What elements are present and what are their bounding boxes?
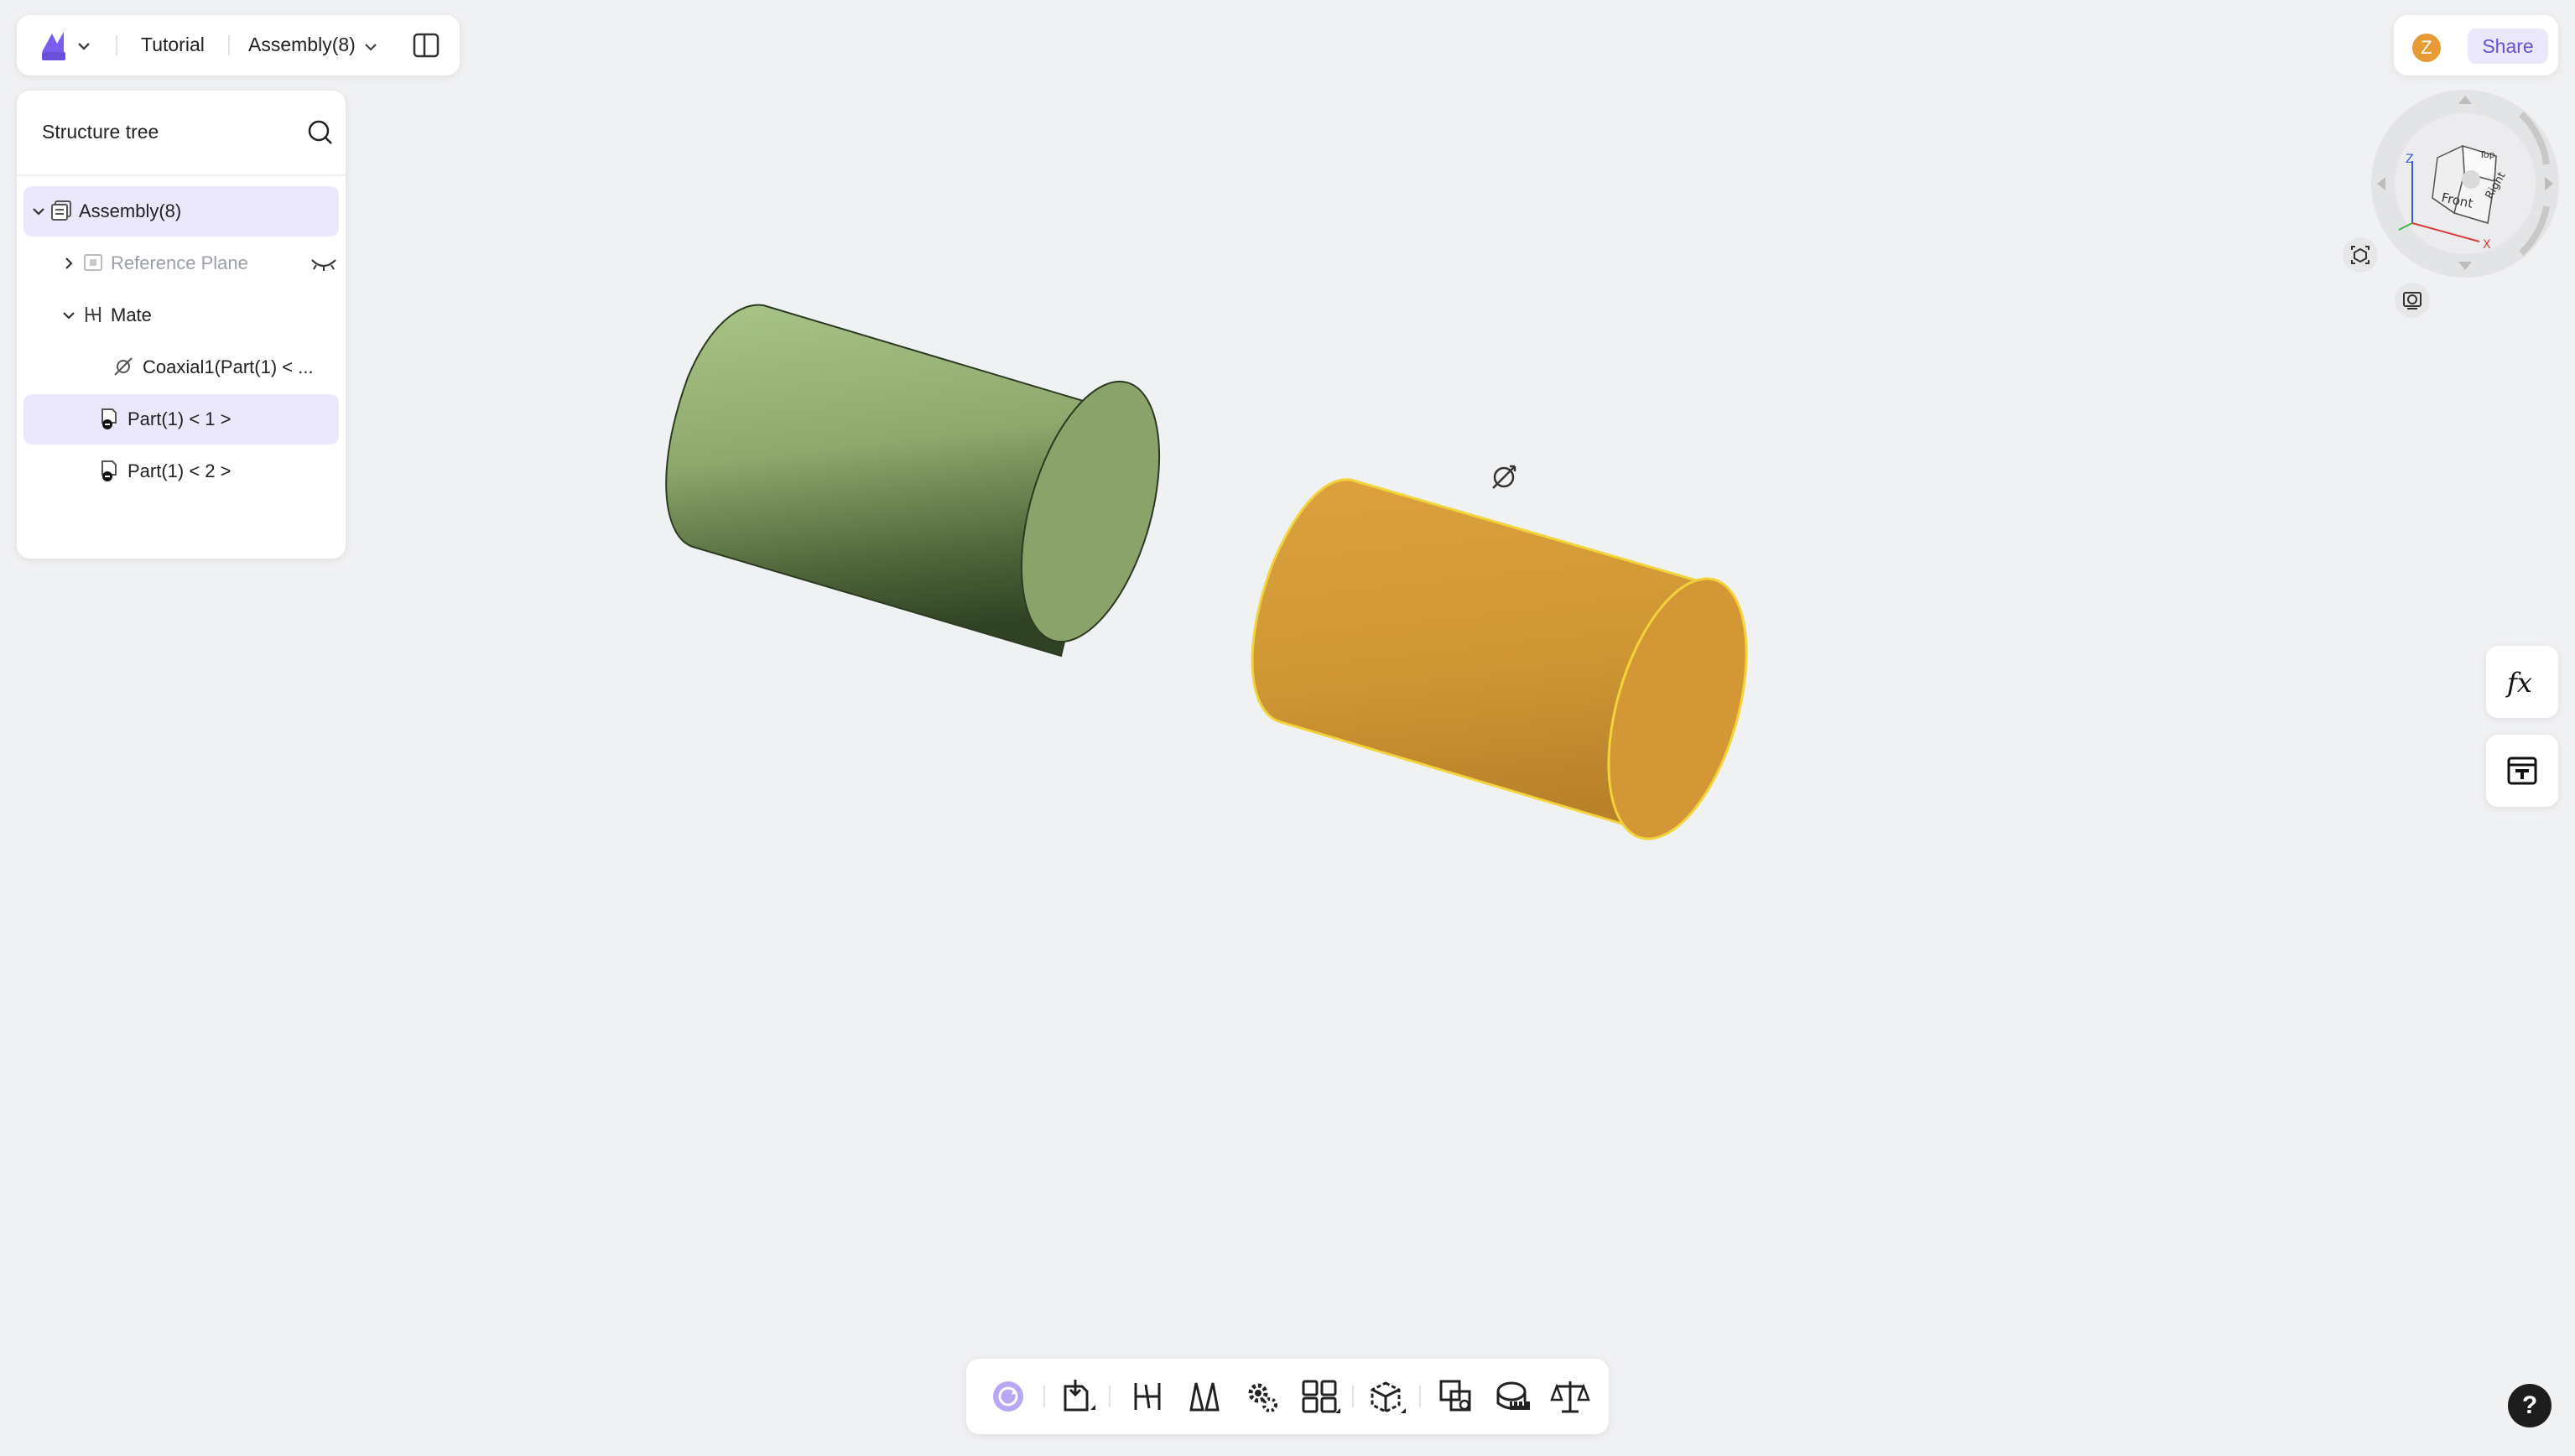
mass-properties-icon[interactable] (1550, 1376, 1590, 1417)
top-toolbar: Tutorial Assembly(8) (17, 15, 460, 75)
fx-icon: fx (2505, 667, 2532, 699)
separator (1352, 1386, 1354, 1407)
tree-item-part-1[interactable]: Part(1) < 1 > (23, 394, 339, 445)
pattern-icon[interactable] (1300, 1376, 1340, 1417)
tree-item-mate[interactable]: Mate (23, 290, 339, 341)
user-avatar[interactable]: Z (2412, 34, 2441, 62)
help-button[interactable]: ? (2508, 1384, 2552, 1427)
chevron-down-icon[interactable] (362, 39, 379, 55)
rotate-icon[interactable] (988, 1376, 1028, 1417)
reference-plane-icon (84, 254, 102, 271)
search-icon[interactable] (305, 117, 336, 148)
tree-item-label: Part(1) < 2 > (127, 460, 231, 481)
tree-item-reference-plane[interactable]: Reference Plane (23, 238, 339, 289)
tree-item-assembly[interactable]: Assembly(8) (23, 186, 339, 237)
separator (1419, 1386, 1421, 1407)
mate-tool-icon[interactable] (1127, 1376, 1168, 1417)
eye-closed-icon[interactable] (309, 253, 339, 273)
insert-part-icon[interactable] (1059, 1376, 1099, 1417)
axis-x-label: X (2483, 238, 2491, 252)
structure-tree-panel: Structure tree Assembly(8) Reference Pla… (17, 91, 346, 559)
part-2-cylinder[interactable] (1251, 478, 1772, 855)
variable-table-icon (2507, 757, 2537, 785)
tree-item-label: Part(1) < 1 > (127, 408, 231, 429)
tree-item-label: Coaxial1(Part(1) < ... (143, 356, 314, 377)
tree-item-label: Reference Plane (111, 252, 248, 273)
bottom-toolbar (966, 1359, 1609, 1434)
coaxial-icon (114, 357, 133, 376)
variable-table-button[interactable] (2486, 735, 2558, 807)
tree-item-part-2[interactable]: Part(1) < 2 > (23, 446, 339, 497)
share-bar: Z Share (2394, 15, 2558, 75)
tree-item-coaxial[interactable]: Coaxial1(Part(1) < ... (23, 342, 339, 393)
interference-icon[interactable] (1436, 1376, 1476, 1417)
camera-view-icon[interactable] (2394, 282, 2431, 319)
share-button[interactable]: Share (2468, 29, 2548, 64)
separator (1109, 1386, 1111, 1407)
app-logo-menu[interactable] (39, 27, 92, 64)
mirror-icon[interactable] (1184, 1376, 1225, 1417)
separator (228, 35, 230, 55)
svg-text:fx: fx (2505, 667, 2532, 699)
divider (17, 174, 346, 176)
coaxial-mate-marker-icon[interactable] (1486, 460, 1522, 495)
cube-face-top: Top (2479, 149, 2495, 160)
assembly-icon (51, 200, 71, 221)
explode-icon[interactable] (1367, 1376, 1407, 1417)
axis-z-label: Z (2406, 153, 2414, 166)
tree-item-label: Assembly(8) (79, 200, 182, 221)
chevron-down-icon[interactable] (30, 203, 47, 220)
formula-button[interactable]: fx (2486, 646, 2558, 718)
separator (116, 35, 117, 55)
panel-title: Structure tree (42, 121, 159, 143)
part-icon (101, 460, 117, 481)
breadcrumb-tutorial[interactable]: Tutorial (141, 34, 205, 56)
part-1-cylinder[interactable] (665, 304, 1185, 658)
gear-icon[interactable] (1241, 1376, 1282, 1417)
tree-item-label: Mate (111, 304, 152, 325)
chevron-down-icon[interactable] (60, 307, 77, 324)
chevron-right-icon[interactable] (60, 255, 77, 272)
mate-icon (85, 307, 101, 322)
help-icon: ? (2521, 1391, 2538, 1419)
3d-viewport[interactable] (0, 0, 2575, 1456)
document-name[interactable]: Assembly(8) (248, 34, 356, 56)
fit-view-icon[interactable] (2342, 237, 2379, 273)
view-cube[interactable]: Top Front Right Z X (2370, 89, 2560, 278)
measure-icon[interactable] (1493, 1376, 1533, 1417)
panel-layout-icon[interactable] (411, 30, 441, 60)
part-icon (101, 408, 117, 429)
separator (1043, 1386, 1045, 1407)
